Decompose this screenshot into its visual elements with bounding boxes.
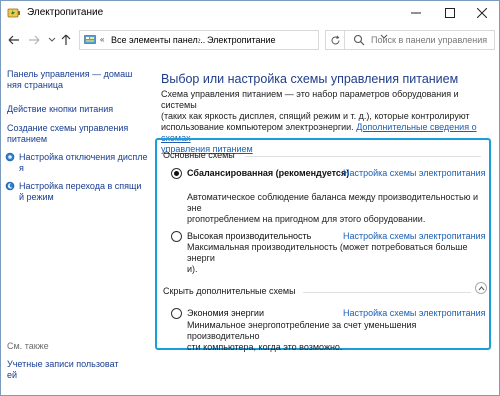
sidebar-link-line: ей — [7, 370, 18, 380]
back-button[interactable] — [7, 32, 21, 48]
primary-plans-label: Основные схемы — [163, 150, 235, 160]
sidebar-link-power-button[interactable]: Действие кнопки питания — [7, 104, 113, 115]
breadcrumb-separator-icon: › — [198, 35, 201, 44]
refresh-button[interactable] — [325, 30, 345, 50]
up-button[interactable] — [59, 32, 73, 48]
page-title: Выбор или настройка схемы управления пит… — [161, 72, 459, 86]
navigation-bar: « Все элементы панел... › Электропитание… — [1, 27, 499, 53]
sidebar-link-display-off[interactable]: Настройка отключения диспле я — [5, 152, 148, 174]
plan-name-balanced[interactable]: Сбалансированная (рекомендуется) — [187, 168, 349, 178]
sidebar-link-line: Создание схемы управления — [7, 123, 129, 133]
description-line: (таких как яркость дисплея, спящий режим… — [161, 111, 470, 121]
breadcrumb-power-options[interactable]: Электропитание — [207, 35, 276, 45]
arrow-up-icon — [61, 34, 71, 45]
minimize-icon — [411, 12, 421, 14]
search-icon — [353, 34, 365, 46]
recent-locations-button[interactable] — [45, 32, 59, 48]
close-button[interactable] — [465, 1, 499, 25]
window-title: Электропитание — [27, 7, 104, 18]
plan-name-high-performance[interactable]: Высокая производительность — [187, 231, 311, 241]
plan-radio-power-saver[interactable] — [171, 308, 182, 319]
collapse-chevron-up-icon[interactable] — [475, 282, 487, 294]
control-panel-window: Электропитание « Все элементы панел... ›… — [0, 0, 500, 396]
sidebar: Панель управления — домаш няя страница Д… — [1, 57, 151, 395]
sidebar-link-line: Настройка перехода в спящи — [19, 181, 142, 191]
maximize-button[interactable] — [433, 1, 467, 25]
see-also-heading: См. также — [7, 341, 49, 351]
sidebar-link-line: няя страница — [7, 80, 64, 90]
sidebar-link-sleep[interactable]: Настройка перехода в спящи й режим — [5, 181, 142, 203]
maximize-icon — [445, 8, 455, 18]
plan-desc-line: Максимальная производительность (может п… — [187, 242, 468, 263]
sidebar-link-line: питанием — [7, 134, 48, 144]
chevron-down-icon — [48, 37, 56, 42]
plan-desc-line: Автоматическое соблюдение баланса между … — [187, 192, 479, 213]
plan-desc-power-saver: Минимальное энергопотребление за счет ум… — [187, 320, 487, 353]
sidebar-link-create-plan[interactable]: Создание схемы управления питанием — [7, 123, 128, 145]
plan-desc-high-performance: Максимальная производительность (может п… — [187, 242, 487, 275]
address-bar[interactable]: « Все элементы панел... › Электропитание — [79, 30, 388, 50]
title-bar: Электропитание — [1, 1, 499, 25]
plan-radio-high-performance[interactable] — [171, 231, 182, 242]
plan-desc-line: и). — [187, 264, 198, 274]
divider — [303, 292, 471, 293]
description-line: использование компьютером электроэнергии… — [161, 122, 354, 132]
plan-desc-balanced: Автоматическое соблюдение баланса между … — [187, 192, 487, 225]
divider — [245, 156, 481, 157]
sidebar-link-line: Действие кнопки питания — [7, 104, 114, 114]
arrow-left-icon — [8, 35, 19, 45]
sidebar-link-line: я — [19, 163, 24, 173]
description-line: Схема управления питанием — это набор па… — [161, 89, 459, 110]
plan-settings-link-balanced[interactable]: Настройка схемы электропитания — [343, 168, 486, 178]
breadcrumb-overflow[interactable]: « — [100, 35, 104, 44]
sidebar-link-line: й режим — [19, 192, 54, 202]
sidebar-link-control-panel-home[interactable]: Панель управления — домаш няя страница — [7, 69, 132, 91]
plan-settings-link-power-saver[interactable]: Настройка схемы электропитания — [343, 308, 486, 318]
forward-button[interactable] — [27, 32, 41, 48]
breadcrumb-all-items[interactable]: Все элементы панел... — [111, 35, 205, 45]
plan-settings-link-high-performance[interactable]: Настройка схемы электропитания — [343, 231, 486, 241]
minimize-button[interactable] — [399, 1, 433, 25]
search-placeholder: Поиск в панели управления — [371, 35, 488, 45]
arrow-right-icon — [29, 35, 40, 45]
power-plans-panel: Основные схемы Сбалансированная (рекомен… — [155, 138, 491, 353]
sleep-moon-icon — [5, 181, 15, 191]
control-panel-icon — [84, 35, 96, 44]
refresh-icon — [331, 34, 339, 44]
plan-desc-line: сти компьютера, когда это возможно. — [187, 342, 343, 352]
sidebar-link-user-accounts[interactable]: Учетные записи пользоват ей — [7, 359, 119, 381]
sidebar-link-line: Учетные записи пользоват — [7, 359, 119, 369]
plan-radio-balanced[interactable] — [171, 168, 182, 179]
close-icon — [477, 8, 487, 18]
power-options-icon — [7, 8, 20, 18]
hide-additional-plans-label[interactable]: Скрыть дополнительные схемы — [163, 286, 296, 296]
display-power-icon — [5, 152, 15, 162]
sidebar-link-line: Настройка отключения диспле — [19, 152, 148, 162]
sidebar-link-line: Панель управления — домаш — [7, 69, 133, 79]
search-box[interactable]: Поиск в панели управления — [345, 30, 495, 50]
plan-desc-line: ргопотреблением на пригодном для этого о… — [187, 214, 426, 224]
plan-name-power-saver[interactable]: Экономия энергии — [187, 308, 264, 318]
plan-desc-line: Минимальное энергопотребление за счет ум… — [187, 320, 417, 341]
